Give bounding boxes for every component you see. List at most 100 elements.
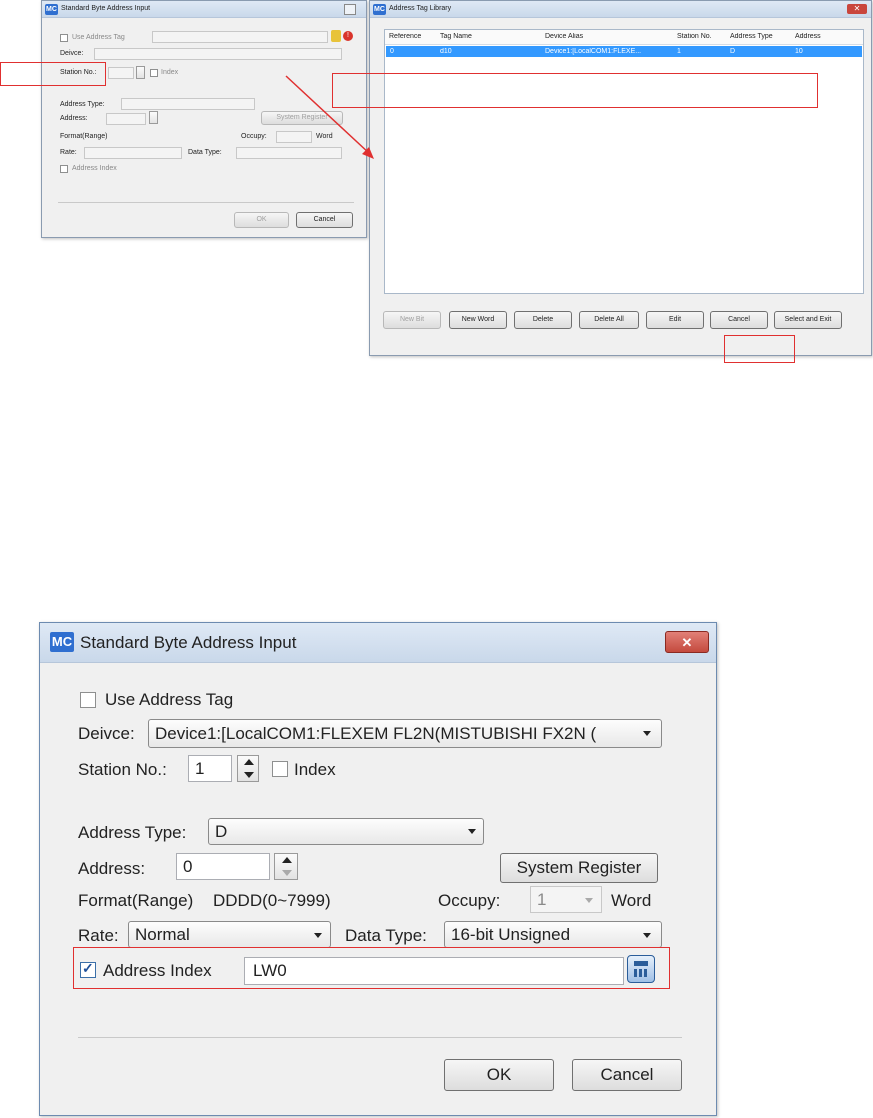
separator [58, 202, 354, 203]
data-type-label: Data Type: [188, 149, 222, 156]
station-spinner-icon[interactable] [136, 66, 145, 79]
station-spinner-icon[interactable] [237, 755, 259, 782]
col-reference[interactable]: Reference [389, 33, 421, 40]
format-range-value: DDDD(0~7999) [213, 891, 331, 910]
col-device-alias[interactable]: Device Alias [545, 33, 583, 40]
station-input[interactable] [108, 67, 134, 79]
chevron-down-icon [585, 898, 593, 903]
close-icon[interactable]: ✕ [665, 631, 709, 653]
warning-icon: ! [343, 31, 353, 41]
separator [78, 1037, 682, 1038]
app-icon: MC [373, 4, 386, 15]
row-station-no: 1 [677, 48, 681, 55]
station-label: Station No.: [78, 760, 167, 779]
row-reference: 0 [390, 48, 394, 55]
address-label: Address: [78, 859, 146, 878]
app-icon: MC [50, 632, 74, 652]
chevron-down-icon [314, 933, 322, 938]
new-word-button[interactable]: New Word [449, 311, 507, 329]
device-label: Deivce: [60, 50, 84, 57]
row-address-type: D [730, 48, 736, 55]
restore-icon[interactable] [344, 4, 356, 15]
address-type-select[interactable] [121, 98, 255, 110]
device-select[interactable] [94, 48, 342, 60]
chevron-down-icon [643, 731, 651, 736]
data-type-value: 16-bit Unsigned [451, 925, 571, 944]
red-arrow [285, 75, 374, 159]
row-tag-name: d10 [440, 48, 452, 55]
chevron-down-icon [468, 829, 476, 834]
occupy-label: Occupy: [241, 133, 267, 140]
device-select[interactable]: Device1:[LocalCOM1:FLEXEM FL2N(MISTUBISH… [148, 719, 662, 748]
address-type-label: Address Type: [60, 101, 105, 108]
device-value: Device1:[LocalCOM1:FLEXEM FL2N(MISTUBISH… [155, 724, 597, 743]
address-input[interactable] [106, 113, 146, 125]
address-input[interactable]: 0 [176, 853, 270, 880]
data-type-select[interactable]: 16-bit Unsigned [444, 921, 662, 948]
ok-button[interactable]: OK [234, 212, 289, 228]
use-address-tag-label: Use Address Tag [105, 690, 234, 709]
col-address-type[interactable]: Address Type [730, 33, 773, 40]
tag-wizard-icon[interactable] [331, 30, 341, 42]
highlight-address-index-box [73, 947, 670, 989]
main-address-dialog: MC Standard Byte Address Input ✕ Use Add… [39, 622, 717, 1116]
cancel-button[interactable]: Cancel [710, 311, 768, 329]
address-tag-library-window: MC Address Tag Library ✕ Reference Tag N… [369, 0, 872, 356]
small-dialog-title: Standard Byte Address Input [61, 5, 151, 12]
col-station-no[interactable]: Station No. [677, 33, 712, 40]
use-address-tag-checkbox[interactable] [60, 34, 68, 42]
col-address[interactable]: Address [795, 33, 821, 40]
main-title: Standard Byte Address Input [80, 633, 297, 652]
select-and-exit-button[interactable]: Select and Exit [774, 311, 842, 329]
library-titlebar: MC Address Tag Library ✕ [370, 1, 871, 18]
use-address-tag-label: Use Address Tag [72, 34, 125, 41]
new-bit-button[interactable]: New Bit [383, 311, 441, 329]
index-checkbox[interactable] [272, 761, 288, 777]
index-checkbox[interactable] [150, 69, 158, 77]
format-range-label: Format(Range) [78, 891, 194, 910]
main-titlebar: MC Standard Byte Address Input ✕ [40, 623, 716, 663]
address-value: 0 [183, 857, 193, 876]
address-spinner-icon[interactable] [149, 111, 158, 124]
word-label: Word [611, 891, 652, 910]
station-input[interactable]: 1 [188, 755, 232, 782]
small-dialog-titlebar: MC Standard Byte Address Input [42, 1, 366, 18]
cancel-button[interactable]: Cancel [572, 1059, 682, 1091]
highlight-row-box [332, 73, 818, 108]
delete-button[interactable]: Delete [514, 311, 572, 329]
rate-select[interactable] [84, 147, 182, 159]
format-range-label: Format(Range) [60, 133, 108, 140]
address-index-label: Address Index [72, 165, 117, 172]
app-icon: MC [45, 4, 58, 15]
system-register-button[interactable]: System Register [500, 853, 658, 883]
rate-label: Rate: [78, 926, 119, 945]
address-tag-select[interactable] [152, 31, 328, 43]
delete-all-button[interactable]: Delete All [579, 311, 639, 329]
chevron-down-icon [643, 933, 651, 938]
row-device-alias: Device1:[LocalCOM1:FLEXE... [545, 48, 642, 55]
rate-select[interactable]: Normal [128, 921, 331, 948]
edit-button[interactable]: Edit [646, 311, 704, 329]
occupy-label: Occupy: [438, 891, 501, 910]
highlight-station-box [0, 62, 106, 86]
address-type-value: D [215, 822, 228, 841]
rate-label: Rate: [60, 149, 77, 156]
col-tag-name[interactable]: Tag Name [440, 33, 472, 40]
tag-list[interactable]: Reference Tag Name Device Alias Station … [384, 29, 864, 294]
address-label: Address: [60, 115, 88, 122]
index-label: Index [294, 760, 336, 779]
rate-value: Normal [135, 925, 190, 944]
cancel-button[interactable]: Cancel [296, 212, 353, 228]
library-title: Address Tag Library [389, 5, 452, 12]
highlight-select-exit-box [724, 335, 795, 363]
address-type-select[interactable]: D [208, 818, 484, 845]
use-address-tag-checkbox[interactable] [80, 692, 96, 708]
address-index-checkbox[interactable] [60, 165, 68, 173]
close-icon[interactable]: ✕ [847, 4, 867, 14]
list-header: Reference Tag Name Device Alias Station … [385, 30, 863, 45]
ok-button[interactable]: OK [444, 1059, 554, 1091]
table-row[interactable]: 0 d10 Device1:[LocalCOM1:FLEXE... 1 D 10 [386, 46, 862, 57]
occupy-value: 1 [537, 890, 547, 909]
address-spinner-icon[interactable] [274, 853, 298, 880]
station-value: 1 [195, 759, 205, 778]
